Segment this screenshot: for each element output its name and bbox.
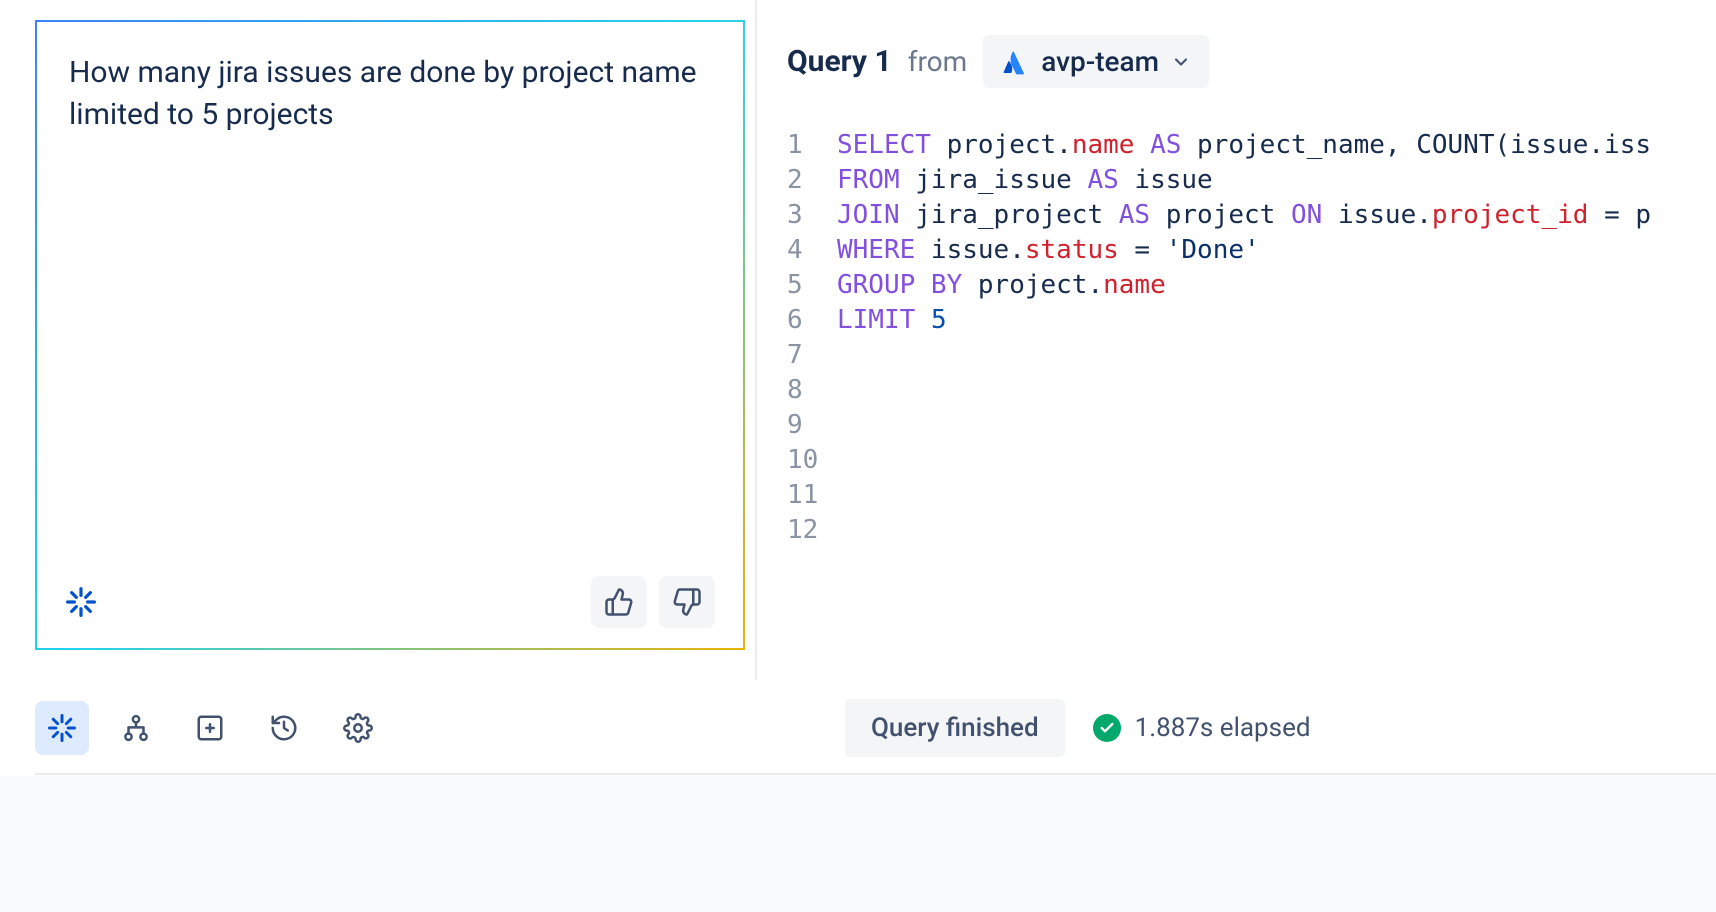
code-line: 10: [787, 443, 1716, 478]
thumbs-down-icon: [672, 587, 702, 617]
schema-icon: [121, 713, 151, 743]
bottom-toolbar: Query finished 1.887s elapsed: [0, 680, 1716, 775]
code-line: 1SELECT project.name AS project_name, CO…: [787, 128, 1716, 163]
prompt-panel: How many jira issues are done by project…: [0, 0, 755, 680]
code-line: 7: [787, 338, 1716, 373]
line-number: 2: [787, 163, 837, 198]
prompt-footer: [65, 576, 715, 628]
history-icon: [269, 713, 299, 743]
query-header: Query 1 from avp-team: [787, 35, 1716, 88]
line-number: 8: [787, 373, 837, 408]
code-line: 8: [787, 373, 1716, 408]
divider: [35, 773, 1716, 775]
query-from-label: from: [908, 45, 967, 78]
code-line: 2FROM jira_issue AS issue: [787, 163, 1716, 198]
main-container: How many jira issues are done by project…: [0, 0, 1716, 680]
atlassian-icon: [1001, 48, 1029, 76]
prompt-text: How many jira issues are done by project…: [69, 52, 711, 136]
code-content: JOIN jira_project AS project ON issue.pr…: [837, 198, 1651, 233]
chevron-down-icon: [1171, 52, 1191, 72]
code-content: FROM jira_issue AS issue: [837, 163, 1213, 198]
panel-toolbar-button[interactable]: [183, 701, 237, 755]
line-number: 6: [787, 303, 837, 338]
code-content: GROUP BY project.name: [837, 268, 1166, 303]
code-content: SELECT project.name AS project_name, COU…: [837, 128, 1651, 163]
line-number: 5: [787, 268, 837, 303]
line-number: 7: [787, 338, 837, 373]
code-content: LIMIT 5: [837, 303, 947, 338]
code-line: 11: [787, 478, 1716, 513]
toolbar-icons: [35, 701, 385, 755]
line-number: 4: [787, 233, 837, 268]
code-line: 9: [787, 408, 1716, 443]
code-line: 5GROUP BY project.name: [787, 268, 1716, 303]
code-content: WHERE issue.status = 'Done': [837, 233, 1260, 268]
query-title: Query 1: [787, 44, 892, 79]
settings-toolbar-button[interactable]: [331, 701, 385, 755]
panel-icon: [195, 713, 225, 743]
ai-toolbar-button[interactable]: [35, 701, 89, 755]
source-name: avp-team: [1041, 45, 1159, 78]
query-panel: Query 1 from avp-team 1SELECT project.na…: [755, 0, 1716, 680]
line-number: 1: [787, 128, 837, 163]
ai-sparkle-icon: [47, 713, 77, 743]
history-toolbar-button[interactable]: [257, 701, 311, 755]
code-line: 6LIMIT 5: [787, 303, 1716, 338]
code-line: 12: [787, 513, 1716, 548]
source-selector[interactable]: avp-team: [983, 35, 1209, 88]
gear-icon: [343, 713, 373, 743]
sql-editor[interactable]: 1SELECT project.name AS project_name, CO…: [787, 128, 1716, 548]
thumbs-up-icon: [604, 587, 634, 617]
ai-sparkle-icon: [65, 586, 97, 618]
elapsed-label: 1.887s elapsed: [1135, 713, 1311, 743]
check-circle-icon: [1093, 714, 1121, 742]
line-number: 11: [787, 478, 837, 513]
status-area: Query finished 1.887s elapsed: [845, 699, 1311, 757]
thumbs-up-button[interactable]: [591, 576, 647, 628]
feedback-buttons: [591, 576, 715, 628]
elapsed-time: 1.887s elapsed: [1093, 713, 1311, 743]
line-number: 9: [787, 408, 837, 443]
line-number: 3: [787, 198, 837, 233]
ai-prompt-box[interactable]: How many jira issues are done by project…: [35, 20, 745, 650]
thumbs-down-button[interactable]: [659, 576, 715, 628]
code-line: 4WHERE issue.status = 'Done': [787, 233, 1716, 268]
schema-toolbar-button[interactable]: [109, 701, 163, 755]
line-number: 10: [787, 443, 837, 478]
code-line: 3JOIN jira_project AS project ON issue.p…: [787, 198, 1716, 233]
query-status-chip: Query finished: [845, 699, 1065, 757]
line-number: 12: [787, 513, 837, 548]
